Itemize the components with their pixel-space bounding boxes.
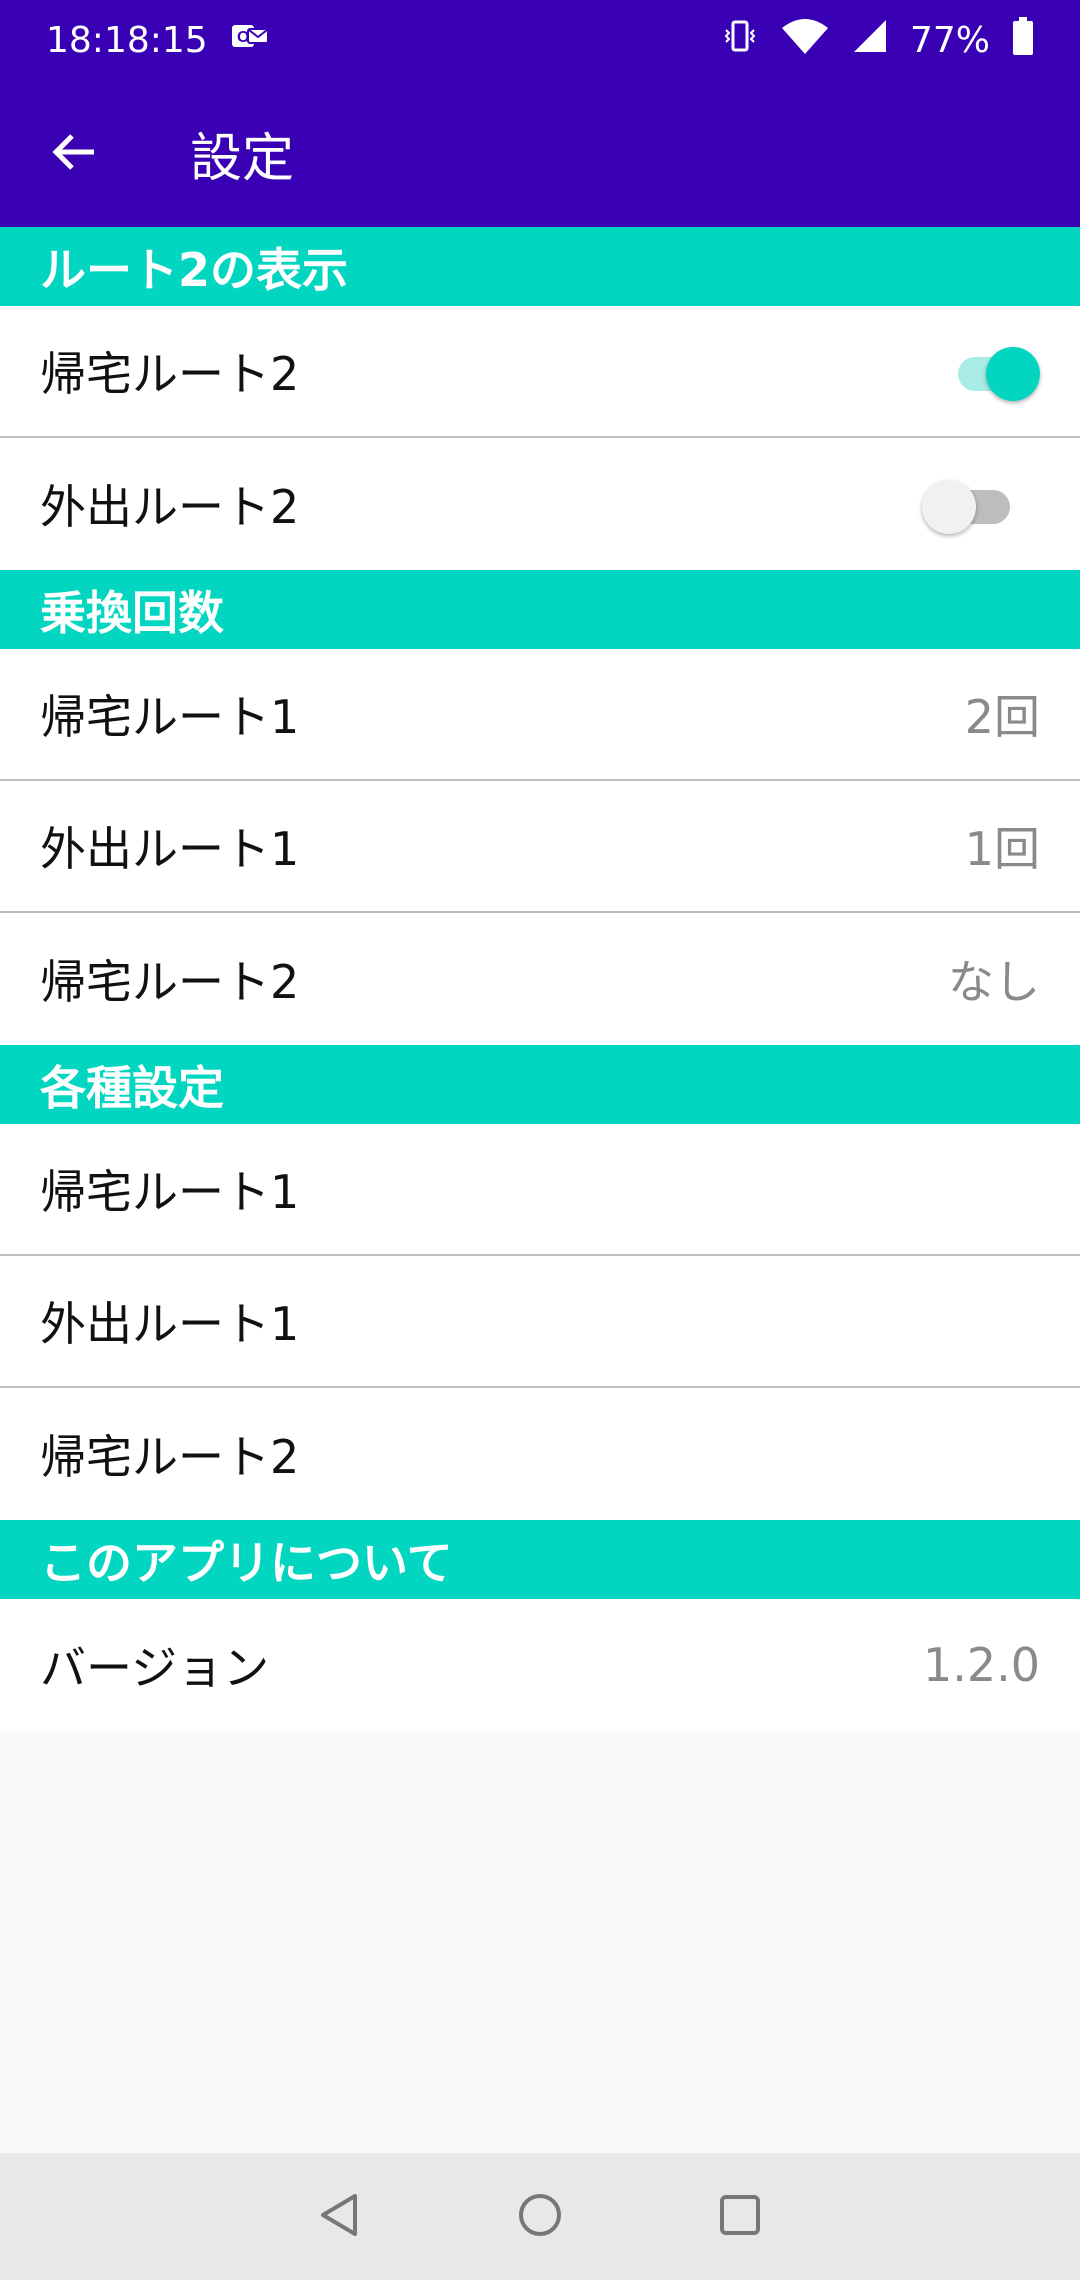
status-bar: 18:18:15 O 77% <box>0 0 1080 80</box>
square-recents-icon <box>715 2190 765 2244</box>
switch-thumb <box>922 480 976 534</box>
setting-label: 帰宅ルート1 <box>40 690 300 744</box>
section-header-settings: 各種設定 <box>0 1045 1080 1124</box>
back-button[interactable] <box>24 104 124 204</box>
wifi-icon <box>780 18 830 63</box>
setting-row-return-route2-toggle[interactable]: 帰宅ルート2 <box>0 306 1080 438</box>
setting-label: 帰宅ルート2 <box>40 955 300 1009</box>
setting-row-transfer-return-route1[interactable]: 帰宅ルート1 2回 <box>0 649 1080 781</box>
circle-home-icon <box>515 2190 565 2244</box>
nav-home-button[interactable] <box>515 2182 565 2252</box>
setting-label: 外出ルート2 <box>40 480 300 534</box>
app-bar: 設定 <box>0 80 1080 227</box>
setting-row-outing-route1[interactable]: 外出ルート1 <box>0 1256 1080 1388</box>
setting-label: 帰宅ルート2 <box>40 347 300 401</box>
battery-icon <box>1012 16 1034 64</box>
nav-back-button[interactable] <box>315 2182 365 2252</box>
section-header-transfers: 乗換回数 <box>0 570 1080 649</box>
status-right: 77% <box>722 16 1034 64</box>
setting-row-version[interactable]: バージョン 1.2.0 <box>0 1599 1080 1731</box>
arrow-left-icon <box>50 128 98 180</box>
section-header-about: このアプリについて <box>0 1520 1080 1599</box>
mail-notification-icon: O <box>230 19 270 62</box>
switch-thumb <box>986 347 1040 401</box>
setting-label: バージョン <box>40 1641 270 1695</box>
setting-value: 1回 <box>964 822 1040 876</box>
page-title: 設定 <box>190 129 295 189</box>
status-left: 18:18:15 O <box>46 19 270 62</box>
status-time: 18:18:15 <box>46 19 208 61</box>
nav-recents-button[interactable] <box>715 2182 765 2252</box>
setting-row-transfer-return-route2[interactable]: 帰宅ルート2 なし <box>0 913 1080 1045</box>
setting-value: 2回 <box>964 690 1040 744</box>
vibrate-icon <box>722 18 758 63</box>
setting-label: 外出ルート1 <box>40 822 300 876</box>
triangle-back-icon <box>315 2190 365 2244</box>
settings-list: ルート2の表示 帰宅ルート2 外出ルート2 乗換回数 帰宅ルート1 2回 外出ル… <box>0 227 1080 1731</box>
signal-icon <box>852 18 888 63</box>
setting-label: 帰宅ルート1 <box>40 1165 300 1219</box>
setting-row-transfer-outing-route1[interactable]: 外出ルート1 1回 <box>0 781 1080 913</box>
setting-row-return-route1[interactable]: 帰宅ルート1 <box>0 1124 1080 1256</box>
setting-row-return-route2[interactable]: 帰宅ルート2 <box>0 1388 1080 1520</box>
section-header-route2-display: ルート2の表示 <box>0 227 1080 306</box>
navigation-bar <box>0 2153 1080 2280</box>
version-value: 1.2.0 <box>922 1638 1040 1692</box>
setting-label: 帰宅ルート2 <box>40 1430 300 1484</box>
toggle-switch-on[interactable] <box>950 341 1040 401</box>
battery-percentage: 77% <box>909 19 990 61</box>
setting-row-outing-route2-toggle[interactable]: 外出ルート2 <box>0 438 1080 570</box>
setting-value: なし <box>948 955 1040 1009</box>
toggle-switch-off[interactable] <box>922 474 1012 534</box>
setting-label: 外出ルート1 <box>40 1297 300 1351</box>
